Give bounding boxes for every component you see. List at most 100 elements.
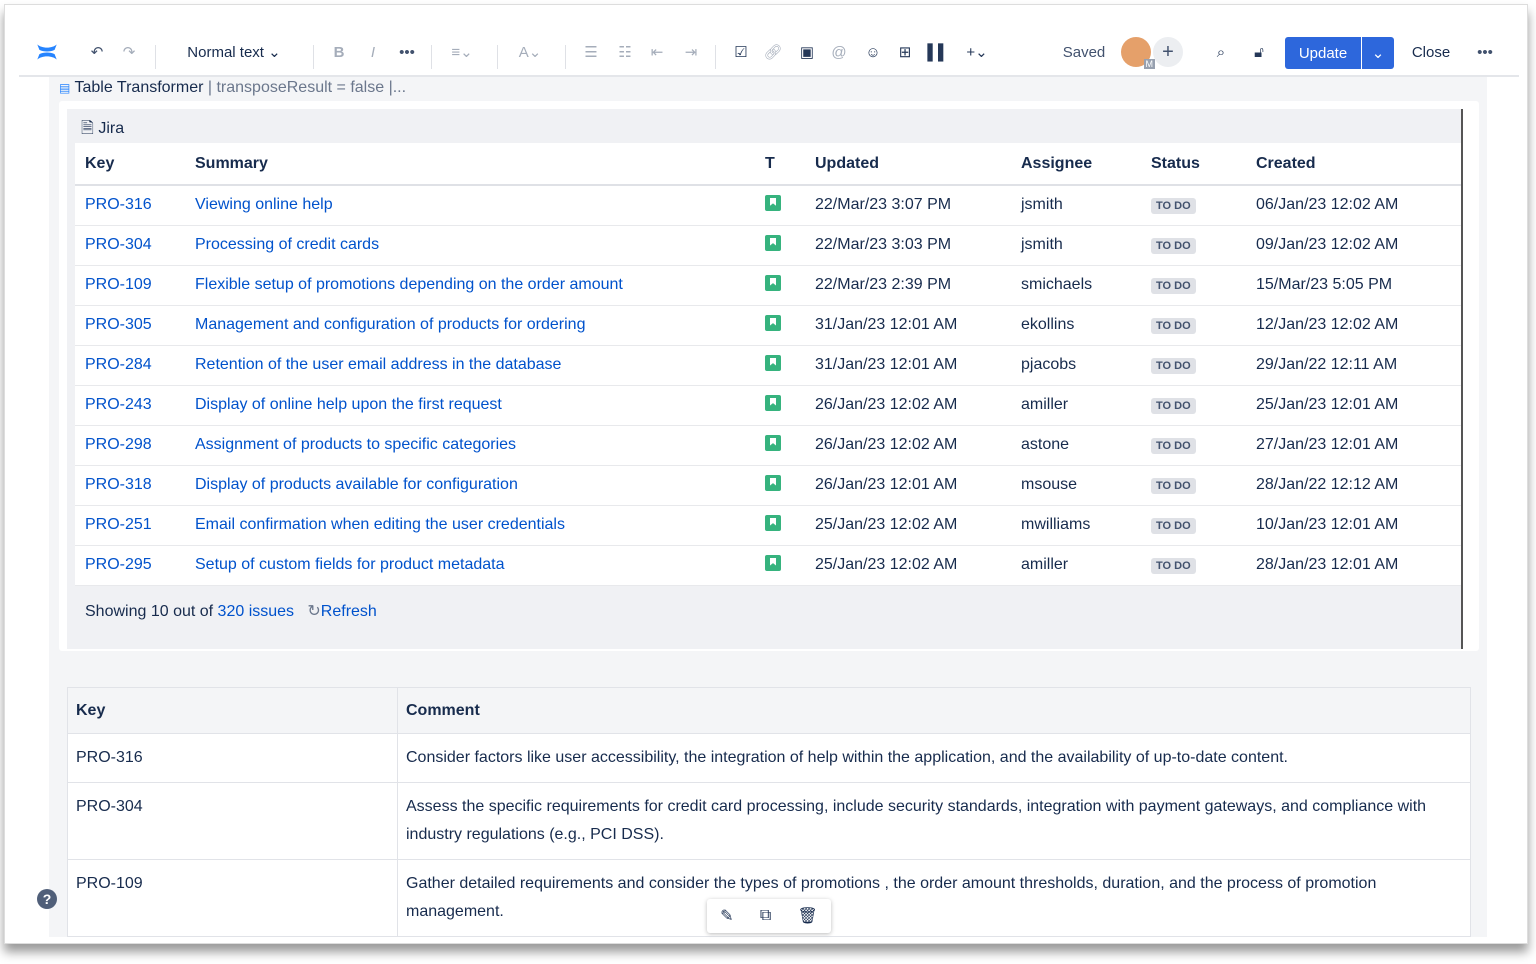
issue-key-link[interactable]: PRO-243	[85, 396, 152, 413]
issue-key-link[interactable]: PRO-304	[85, 236, 152, 253]
table-row: PRO-243 Display of online help upon the …	[75, 385, 1461, 425]
document-icon: 🗎	[81, 120, 94, 137]
issue-key-link[interactable]: PRO-284	[85, 356, 152, 373]
column-header[interactable]: Key	[75, 143, 185, 185]
insert-more-icon[interactable]: +⌄	[961, 39, 993, 65]
close-button[interactable]: Close	[1409, 39, 1453, 65]
issue-summary-link[interactable]: Display of products available for config…	[195, 476, 518, 493]
issue-key-link[interactable]: PRO-298	[85, 436, 152, 453]
jira-title: Jira	[98, 120, 124, 137]
status-badge: TO DO	[1151, 358, 1196, 374]
assignee-cell: mwilliams	[1011, 505, 1141, 545]
key-cell[interactable]: PRO-109	[68, 860, 398, 937]
issue-key-link[interactable]: PRO-305	[85, 316, 152, 333]
status-badge: TO DO	[1151, 238, 1196, 254]
confluence-logo-icon[interactable]	[33, 39, 61, 65]
table-row: PRO-304Assess the specific requirements …	[68, 783, 1471, 860]
task-checkbox-icon[interactable]: ☑	[731, 39, 751, 65]
undo-icon[interactable]: ↶	[85, 39, 109, 65]
table-transformer-macro-title[interactable]: ▤ Table Transformer | transposeResult = …	[59, 79, 406, 97]
outdent-icon[interactable]: ⇤	[647, 39, 667, 65]
refresh-link[interactable]: Refresh	[321, 603, 377, 620]
numbered-list-icon[interactable]: ☷	[615, 39, 635, 65]
created-cell: 09/Jan/23 12:02 AM	[1246, 225, 1461, 265]
help-button[interactable]: ?	[37, 889, 57, 909]
bullet-list-icon[interactable]: ☰	[581, 39, 601, 65]
column-header[interactable]: T	[755, 143, 805, 185]
delete-icon[interactable]: 🗑︎	[798, 906, 818, 926]
link-icon[interactable]: 🔗︎	[763, 39, 783, 65]
macro-name: Table Transformer	[75, 79, 204, 96]
jira-issues-macro: 🗎 Jira KeySummaryTUpdatedAssigneeStatusC…	[67, 109, 1463, 649]
comment-cell[interactable]: Consider factors like user accessibility…	[398, 734, 1471, 783]
invite-button[interactable]: +	[1153, 37, 1183, 67]
more-formatting-icon[interactable]: •••	[397, 39, 417, 65]
window: ↶ ↷ Normal text ⌄ B I ••• ≡⌄ A⌄ ☰ ☷ ⇤ ⇥ …	[4, 4, 1528, 944]
issue-key-link[interactable]: PRO-316	[85, 196, 152, 213]
column-header[interactable]: Assignee	[1011, 143, 1141, 185]
issue-summary-link[interactable]: Management and configuration of products…	[195, 316, 585, 333]
key-cell[interactable]: PRO-316	[68, 734, 398, 783]
column-header[interactable]: Status	[1141, 143, 1246, 185]
align-icon[interactable]: ≡⌄	[445, 39, 479, 65]
created-cell: 10/Jan/23 12:01 AM	[1246, 505, 1461, 545]
comment-cell[interactable]: Gather detailed requirements and conside…	[398, 860, 1471, 937]
status-badge: TO DO	[1151, 278, 1196, 294]
issues-link[interactable]: 320 issues	[218, 603, 295, 620]
table-row: PRO-295 Setup of custom fields for produ…	[75, 545, 1461, 585]
emoji-icon[interactable]: ☺	[863, 39, 883, 65]
avatar-badge: M	[1144, 59, 1156, 69]
story-type-icon	[765, 555, 781, 571]
created-cell: 25/Jan/23 12:01 AM	[1246, 385, 1461, 425]
created-cell: 28/Jan/23 12:01 AM	[1246, 545, 1461, 585]
issue-summary-link[interactable]: Email confirmation when editing the user…	[195, 516, 565, 533]
assignee-cell: jsmith	[1011, 185, 1141, 225]
italic-icon[interactable]: I	[363, 39, 383, 65]
table-icon[interactable]: ⊞	[895, 39, 915, 65]
indent-icon[interactable]: ⇥	[681, 39, 701, 65]
issue-summary-link[interactable]: Display of online help upon the first re…	[195, 396, 502, 413]
more-options-icon[interactable]: •••	[1473, 39, 1497, 65]
issue-summary-link[interactable]: Setup of custom fields for product metad…	[195, 556, 505, 573]
issue-key-link[interactable]: PRO-318	[85, 476, 152, 493]
table-row: PRO-316 Viewing online help 22/Mar/23 3:…	[75, 185, 1461, 225]
redo-icon[interactable]: ↷	[117, 39, 141, 65]
issue-summary-link[interactable]: Retention of the user email address in t…	[195, 356, 561, 373]
updated-cell: 25/Jan/23 12:02 AM	[805, 545, 1011, 585]
edit-icon[interactable]: ✎	[720, 906, 733, 926]
issue-summary-link[interactable]: Flexible setup of promotions depending o…	[195, 276, 623, 293]
unlock-icon[interactable]: 🔓︎	[1247, 39, 1271, 65]
table-floating-toolbar: ✎ ⧉ 🗑︎	[707, 899, 831, 933]
mention-icon[interactable]: @	[829, 39, 849, 65]
updated-cell: 26/Jan/23 12:01 AM	[805, 465, 1011, 505]
issue-key-link[interactable]: PRO-109	[85, 276, 152, 293]
column-header[interactable]: Updated	[805, 143, 1011, 185]
issue-key-link[interactable]: PRO-295	[85, 556, 152, 573]
story-type-icon	[765, 355, 781, 371]
search-icon[interactable]: ⌕	[1209, 39, 1233, 65]
avatar[interactable]: M	[1121, 37, 1151, 67]
key-cell[interactable]: PRO-304	[68, 783, 398, 860]
issue-summary-link[interactable]: Assignment of products to specific categ…	[195, 436, 516, 453]
status-badge: TO DO	[1151, 198, 1196, 214]
issue-key-link[interactable]: PRO-251	[85, 516, 152, 533]
column-header[interactable]: Summary	[185, 143, 755, 185]
update-button[interactable]: Update	[1285, 37, 1361, 69]
layout-icon[interactable]: ▌▌	[927, 39, 949, 65]
created-cell: 15/Mar/23 5:05 PM	[1246, 265, 1461, 305]
issue-summary-link[interactable]: Viewing online help	[195, 196, 333, 213]
text-color-icon[interactable]: A⌄	[513, 39, 547, 65]
copy-icon[interactable]: ⧉	[760, 907, 771, 925]
issue-summary-link[interactable]: Processing of credit cards	[195, 236, 379, 253]
column-header[interactable]: Created	[1246, 143, 1461, 185]
bold-icon[interactable]: B	[329, 39, 349, 65]
image-icon[interactable]: ▣	[797, 39, 817, 65]
text-style-dropdown[interactable]: Normal text ⌄	[179, 39, 289, 65]
table-row: PRO-298 Assignment of products to specif…	[75, 425, 1461, 465]
created-cell: 28/Jan/22 12:12 AM	[1246, 465, 1461, 505]
status-badge: TO DO	[1151, 398, 1196, 414]
showing-count: Showing 10 out of	[85, 603, 218, 620]
update-dropdown-button[interactable]: ⌄	[1362, 37, 1394, 69]
created-cell: 27/Jan/23 12:01 AM	[1246, 425, 1461, 465]
comment-cell[interactable]: Assess the specific requirements for cre…	[398, 783, 1471, 860]
